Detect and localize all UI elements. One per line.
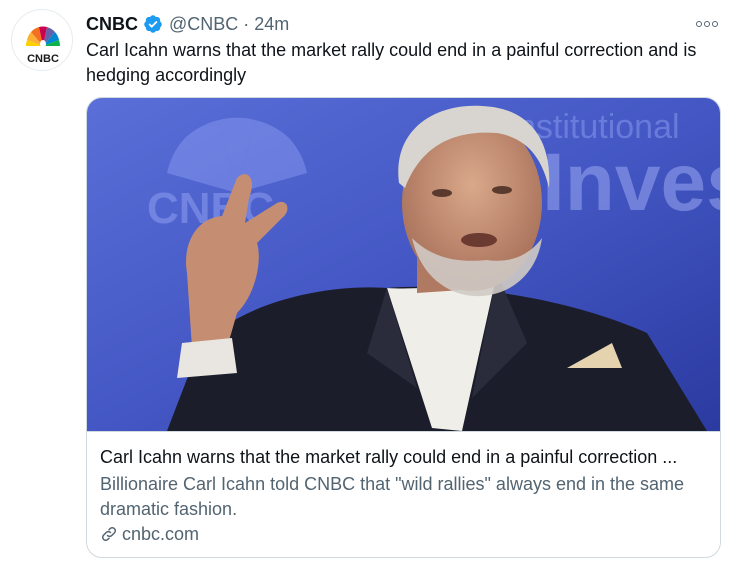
tweet-timestamp[interactable]: 24m xyxy=(254,14,289,35)
verified-badge-icon xyxy=(144,15,162,33)
cnbc-peacock-icon: CNBC xyxy=(25,26,61,65)
svg-text:CNBC: CNBC xyxy=(27,53,59,65)
separator: · xyxy=(243,13,250,34)
tweet-text: Carl Icahn warns that the market rally c… xyxy=(86,40,697,85)
link-preview-card[interactable]: CNBC nstitutional Investor Carl Icahn wa… xyxy=(86,97,721,558)
card-description: Billionaire Carl Icahn told CNBC that "w… xyxy=(100,474,685,519)
card-image[interactable]: CNBC nstitutional Investor xyxy=(87,98,721,431)
avatar[interactable]: CNBC xyxy=(11,9,73,71)
author-name[interactable]: CNBC xyxy=(86,14,138,35)
more-options-icon[interactable] xyxy=(696,17,718,31)
card-domain[interactable]: cnbc.com xyxy=(100,523,199,545)
card-title[interactable]: Carl Icahn warns that the market rally c… xyxy=(100,446,710,468)
card-domain-text: cnbc.com xyxy=(122,523,200,544)
link-icon xyxy=(101,526,117,542)
card-divider xyxy=(87,431,720,432)
author-handle[interactable]: @CNBC xyxy=(169,14,238,35)
tweet-header: CNBC @CNBC · 24m xyxy=(86,12,724,36)
svg-text:Investor: Investor xyxy=(542,137,721,228)
